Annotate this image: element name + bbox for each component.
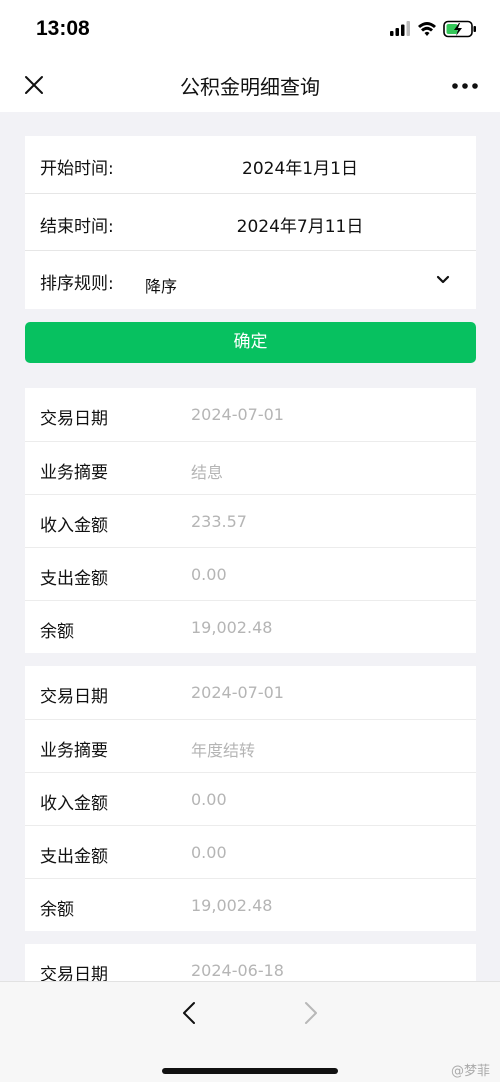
record-value: 19,002.48 [191, 618, 273, 637]
record-row: 业务摘要 年度结转 [25, 719, 476, 772]
record-label: 支出金额 [40, 847, 108, 867]
sort-order-label: 排序规则: [40, 274, 114, 294]
record-label: 业务摘要 [40, 741, 108, 761]
query-form: 开始时间: 2024年1月1日 结束时间: 2024年7月11日 排序规则: 降… [25, 136, 476, 309]
back-arrow-icon[interactable] [180, 1001, 198, 1025]
home-indicator[interactable] [162, 1068, 338, 1074]
chevron-down-icon[interactable] [436, 275, 450, 285]
record-value: 2024-07-01 [191, 405, 284, 424]
end-date-row[interactable]: 结束时间: 2024年7月11日 [25, 193, 476, 250]
record-row: 交易日期 2024-06-18 [25, 944, 476, 981]
cellular-signal-icon [390, 21, 410, 36]
record-label: 交易日期 [40, 409, 108, 429]
record-row: 余额 19,002.48 [25, 600, 476, 653]
status-time: 13:08 [36, 17, 90, 40]
sort-order-select[interactable]: 排序规则: 降序 [25, 250, 476, 309]
record-card: 交易日期 2024-06-18 [25, 944, 476, 981]
record-card: 交易日期 2024-07-01 业务摘要 年度结转 收入金额 0.00 支出金额… [25, 666, 476, 931]
record-row: 交易日期 2024-07-01 [25, 666, 476, 719]
record-value: 0.00 [191, 790, 227, 809]
end-date-label: 结束时间: [40, 217, 114, 237]
status-icons [390, 20, 476, 38]
watermark: @梦菲 [450, 1064, 490, 1079]
record-label: 交易日期 [40, 965, 108, 981]
sort-order-value[interactable]: 降序 [145, 273, 177, 297]
bottom-toolbar: @梦菲 [0, 981, 500, 1082]
start-date-row[interactable]: 开始时间: 2024年1月1日 [25, 136, 476, 193]
record-value: 2024-07-01 [191, 683, 284, 702]
record-label: 业务摘要 [40, 463, 108, 483]
record-row: 收入金额 233.57 [25, 494, 476, 547]
confirm-button[interactable]: 确定 [25, 322, 476, 363]
start-date-value[interactable]: 2024年1月1日 [175, 154, 425, 179]
record-row: 交易日期 2024-07-01 [25, 388, 476, 441]
record-value: 233.57 [191, 512, 247, 531]
record-value: 0.00 [191, 843, 227, 862]
record-row: 收入金额 0.00 [25, 772, 476, 825]
wifi-icon [418, 22, 436, 36]
nav-bar: 公积金明细查询 [0, 58, 500, 112]
record-value: 19,002.48 [191, 896, 273, 915]
record-value: 0.00 [191, 565, 227, 584]
record-label: 余额 [40, 900, 74, 920]
page-title: 公积金明细查询 [180, 75, 320, 99]
more-options-icon[interactable] [452, 82, 478, 90]
record-label: 支出金额 [40, 569, 108, 589]
record-label: 余额 [40, 622, 74, 642]
start-date-label: 开始时间: [40, 159, 114, 179]
record-label: 收入金额 [40, 516, 108, 536]
end-date-value[interactable]: 2024年7月11日 [175, 212, 425, 237]
battery-charging-icon [443, 20, 476, 38]
record-value: 年度结转 [191, 741, 256, 760]
record-row: 支出金额 0.00 [25, 547, 476, 600]
record-label: 收入金额 [40, 794, 108, 814]
record-value: 2024-06-18 [191, 961, 284, 980]
record-label: 交易日期 [40, 687, 108, 707]
record-row: 余额 19,002.48 [25, 878, 476, 931]
status-bar: 13:08 [0, 0, 500, 58]
record-card: 交易日期 2024-07-01 业务摘要 结息 收入金额 233.57 支出金额… [25, 388, 476, 653]
record-row: 支出金额 0.00 [25, 825, 476, 878]
record-row: 业务摘要 结息 [25, 441, 476, 494]
record-value: 结息 [191, 463, 224, 482]
forward-arrow-icon[interactable] [302, 1001, 320, 1025]
